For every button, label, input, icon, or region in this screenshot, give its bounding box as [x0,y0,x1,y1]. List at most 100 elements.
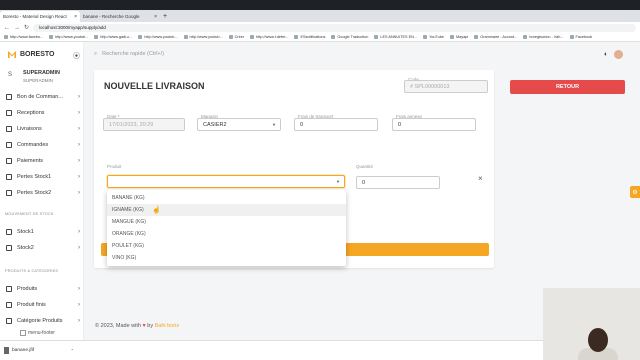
sidebar-item-stock1[interactable]: Stock1 › [6,226,80,238]
download-item[interactable]: banane.jfif ⌃ [4,344,74,356]
sidebar-item-pertes-stock2[interactable]: Pertes Stock2 › [6,187,80,199]
autres-field[interactable]: 0 [392,118,476,131]
footer-text: © 2023, Made with [95,323,141,329]
sidebar-item-label: Bon de Comman... [17,94,63,100]
sidebar-item-stock2[interactable]: Stock2 › [6,242,80,254]
bookmark-item[interactable]: http://www.youtub... [49,35,88,39]
bookmark-item[interactable]: Mayapi [450,35,468,39]
section-header-stock: MOUVEMENT DE STOCK [5,212,54,216]
produit-select[interactable]: ▼ [107,175,345,188]
bookmark-item[interactable]: http://www.facebo... [4,35,43,39]
brand[interactable]: BORESTO [8,51,55,58]
sidebar-item-label: Paiements [17,158,43,164]
brand-name: BORESTO [20,51,55,58]
dropdown-option[interactable]: MANGUE (KG) [107,216,346,228]
chevron-right-icon: › [78,94,80,100]
folder-icon [6,190,12,196]
bookmarks-bar: http://www.facebo... http://www.youtub...… [0,33,640,42]
folder-icon [6,126,12,132]
back-icon[interactable]: ← [4,25,10,31]
sidebar-item-categorie-produits[interactable]: Catégorie Produits › [6,315,80,327]
bookmark-item[interactable]: Grammaire - Accord... [474,35,517,39]
sidebar-item-bon-de-commande[interactable]: Bon de Comman... › [6,91,80,103]
chevron-right-icon: › [78,286,80,292]
sidebar-item-produit-finis[interactable]: Produit finis › [6,299,80,311]
bookmark-item[interactable]: LES ANNUITES EN... [374,35,417,39]
search-bar[interactable]: ⌕ Recherche rapide (Ctrl+/) [94,51,164,58]
box-icon [6,245,12,251]
sidebar-item-livraisons[interactable]: Livraisons › [6,123,80,135]
quantite-label: Quantité [356,164,374,169]
reload-icon[interactable]: ↻ [24,24,29,31]
bookmark-item[interactable]: http://www.youtub... [138,35,177,39]
footer-by: by [147,323,154,329]
author-link[interactable]: Bahi boris [155,323,179,329]
remove-row-icon[interactable]: × [478,174,483,183]
bookmark-item[interactable]: Créer [229,35,245,39]
page-title: NOUVELLE LIVRAISON [104,81,205,91]
bookmark-item[interactable]: boregtsoriun - Vah... [523,35,563,39]
dropdown-option[interactable]: BANANE (KG) [107,192,346,204]
close-icon[interactable]: × [154,14,157,20]
transport-field[interactable]: 0 [294,118,378,131]
mouse-cursor-icon: ☝ [152,207,161,214]
chevron-right-icon: › [78,158,80,164]
sidebar-item-receptions[interactable]: Receptions › [6,107,80,119]
folder-icon [6,158,12,164]
chevron-right-icon: › [78,110,80,116]
sidebar-item-label: Receptions [17,110,45,116]
bookmark-item[interactable]: http://www.gadi-c... [94,35,132,39]
chevron-up-icon[interactable]: ⌃ [71,348,74,353]
bookmark-item[interactable]: http://www.t.defer... [250,35,288,39]
chevron-right-icon: › [78,318,80,324]
bookmark-item[interactable]: YouTube [423,35,444,39]
avatar[interactable] [614,50,624,59]
url-input[interactable]: localhost:3000/myapp/supply/add [33,23,636,32]
settings-icon[interactable]: ⚙ [630,186,640,198]
magasin-select[interactable]: CASIER2 ▼ [197,118,281,131]
folder-icon [6,94,12,100]
theme-toggle-icon[interactable]: ◐ [604,51,608,58]
sidebar-item-label: Pertes Stock1 [17,174,52,180]
search-input[interactable]: Recherche rapide (Ctrl+/) [102,51,164,58]
sidebar-item-paiements[interactable]: Paiements › [6,155,80,167]
bookmark-item[interactable]: Facebook [570,35,593,39]
bookmark-item[interactable]: http://www.youtub... [184,35,223,39]
sidebar-item-pertes-stock1[interactable]: Pertes Stock1 › [6,171,80,183]
retour-button[interactable]: RETOUR [510,80,625,94]
browser-tab-google[interactable]: banane - Recherche Google × [80,11,160,22]
browser-tab-boresto[interactable]: Boresto - Material Design React × [0,11,80,22]
bookmark-item[interactable]: Google Traduction [331,35,368,39]
tab-label: banane - Recherche Google [83,14,140,19]
new-tab-button[interactable]: + [163,12,167,22]
user-profile[interactable]: S SUPERADMIN SUPERADMIN [8,69,80,85]
dropdown-option[interactable]: VINO (KG) [107,252,346,264]
code-field: # SPL00000013 [404,80,488,93]
close-icon[interactable]: × [74,14,77,20]
person-head [588,328,608,352]
bookmark-item[interactable]: ESsotifications [294,35,325,39]
quantite-field[interactable]: 0 [356,176,440,189]
chevron-right-icon: › [78,302,80,308]
sidebar-toggle-icon[interactable]: ⦿ [73,51,80,61]
date-field: 17/01/2023, 20:29 [103,118,185,131]
tab-label: Boresto - Material Design React [3,14,67,19]
tag-icon [6,302,12,308]
sidebar-item-produits[interactable]: Produits › [6,283,80,295]
forward-icon[interactable]: → [14,25,20,31]
box-icon [6,229,12,235]
chevron-right-icon: › [78,229,80,235]
dropdown-option[interactable]: POULET (KG) [107,240,346,252]
file-icon [4,346,9,354]
menu-footer-alt: menu-footer [28,330,55,336]
logo-icon [8,51,16,58]
section-header-products: PRODUITS & CATEGORIES [5,269,59,273]
broken-image-icon [20,330,26,336]
sidebar-item-commandes[interactable]: Commandes › [6,139,80,151]
sidebar-item-label: Produit finis [17,302,46,308]
footer: © 2023, Made with ♥ by Bahi boris [95,323,179,329]
dropdown-option[interactable]: ORANGE (KG) [107,228,346,240]
dropdown-option[interactable]: IGNAME (KG) [107,204,346,216]
produit-dropdown: BANANE (KG) IGNAME (KG) MANGUE (KG) ORAN… [107,190,346,266]
chevron-right-icon: › [78,190,80,196]
